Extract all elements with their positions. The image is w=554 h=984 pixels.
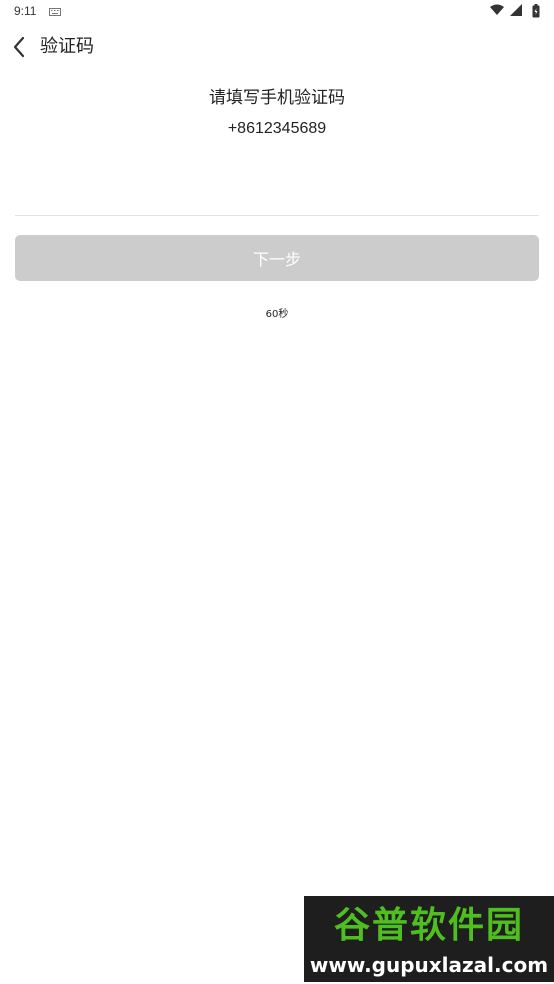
phone-number: +8612345689 xyxy=(227,120,327,137)
verification-code-input[interactable] xyxy=(15,160,539,216)
resend-countdown: 60秒 xyxy=(265,309,289,320)
back-button[interactable] xyxy=(6,30,36,64)
page-title: 验证码 xyxy=(40,36,94,57)
watermark-url: www.gupuxlazal.com xyxy=(309,953,549,977)
watermark-title: 谷普软件园 xyxy=(333,905,524,946)
next-step-button[interactable]: 下一步 xyxy=(15,235,539,281)
verification-prompt: 请填写手机验证码 xyxy=(209,88,345,108)
chevron-left-icon xyxy=(13,36,25,58)
keyboard-icon xyxy=(49,8,61,16)
wifi-icon xyxy=(490,4,504,15)
signal-icon xyxy=(510,4,522,16)
watermark-logo: 谷普软件园 www.gupuxlazal.com xyxy=(304,896,554,982)
battery-icon xyxy=(532,4,540,18)
status-bar: 9:11 xyxy=(0,0,554,24)
status-time: 9:11 xyxy=(14,4,37,18)
app-bar: 验证码 xyxy=(0,24,554,70)
